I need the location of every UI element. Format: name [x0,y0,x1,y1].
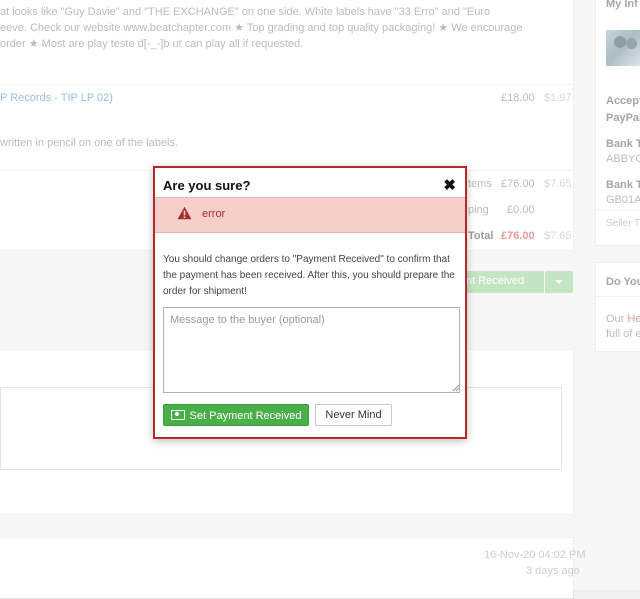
never-mind-button[interactable]: Never Mind [315,404,392,426]
buyer-message-input[interactable] [163,307,460,393]
confirm-dialog: Are you sure? ✖ error You should change … [153,166,467,439]
close-icon[interactable]: ✖ [443,176,456,194]
alert-message: error [202,208,226,220]
dialog-body-text: You should change orders to "Payment Rec… [163,254,455,297]
warning-icon [177,206,192,225]
resize-handle-icon[interactable] [452,384,460,392]
set-payment-received-label: Set Payment Received [189,410,302,422]
money-icon-center [174,412,179,417]
error-alert: error [155,197,465,233]
dialog-title: Are you sure? [163,178,251,193]
set-payment-received-button[interactable]: Set Payment Received [163,404,309,426]
money-icon [170,410,185,421]
